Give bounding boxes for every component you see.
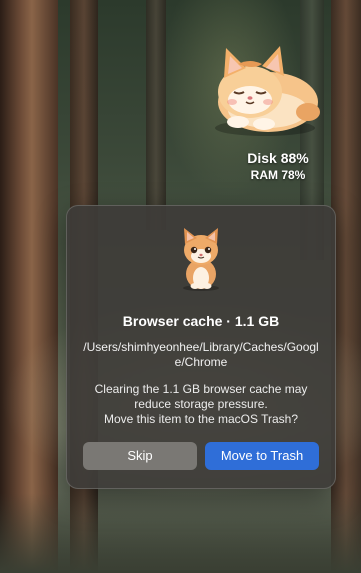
system-stats: Disk 88% RAM 78% (228, 150, 328, 183)
message-line: Move this item to the macOS Trash? (103, 412, 299, 426)
message-line: Clearing the 1.1 GB browser cache may (94, 382, 308, 396)
cleanup-dialog: Browser cache · 1.1 GB /Users/shimhyeonh… (66, 205, 336, 489)
skip-button[interactable]: Skip (83, 442, 197, 470)
message-line: reduce storage pressure. (134, 397, 268, 411)
dialog-title: Browser cache · 1.1 GB (122, 313, 280, 329)
ram-usage-label: RAM 78% (250, 168, 306, 182)
sleeping-cat-icon[interactable] (208, 40, 322, 140)
dialog-message: Clearing the 1.1 GB browser cache may re… (81, 382, 321, 427)
item-path: /Users/shimhyeonhee/Library/Caches/Googl… (83, 340, 319, 369)
disk-usage-label: Disk 88% (247, 150, 309, 166)
ground (0, 493, 361, 573)
move-to-trash-button[interactable]: Move to Trash (205, 442, 319, 470)
kitten-icon (175, 226, 227, 292)
